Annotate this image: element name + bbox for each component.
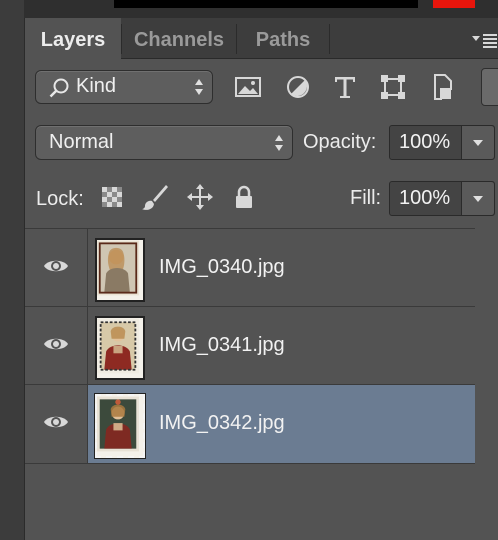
up-down-arrows-icon	[275, 135, 283, 151]
image-filter-icon[interactable]	[233, 72, 263, 102]
fill-dropdown-button[interactable]	[461, 182, 494, 215]
fill-value[interactable]: 100%	[399, 187, 450, 210]
tab-paths[interactable]: Paths	[237, 18, 329, 58]
lock-position-icon[interactable]	[186, 183, 214, 211]
filter-toggle-switch[interactable]	[481, 68, 498, 106]
blend-mode-value: Normal	[49, 131, 114, 153]
layer-row[interactable]: IMG_0340.jpg	[25, 228, 475, 307]
shape-filter-icon[interactable]	[378, 72, 408, 102]
portrait-image-icon	[97, 318, 139, 374]
portrait-image-icon	[97, 396, 139, 452]
opacity-field[interactable]: 100%	[389, 125, 495, 160]
visibility-toggle[interactable]	[25, 229, 88, 307]
opacity-dropdown-button[interactable]	[461, 126, 494, 159]
smart-object-filter-icon[interactable]	[427, 72, 457, 102]
panel-menu-icon[interactable]	[470, 30, 498, 50]
opacity-value[interactable]: 100%	[399, 131, 450, 154]
eye-icon	[44, 260, 68, 272]
visibility-toggle[interactable]	[25, 307, 88, 385]
adjustment-filter-icon[interactable]	[283, 72, 313, 102]
opacity-label: Opacity:	[303, 131, 377, 153]
visibility-toggle[interactable]	[25, 385, 88, 463]
layer-thumbnail	[95, 238, 145, 302]
lock-label: Lock:	[36, 188, 84, 210]
layer-row[interactable]: IMG_0341.jpg	[25, 306, 475, 385]
layers-list-bottom-border	[25, 463, 475, 464]
tab-channels[interactable]: Channels	[122, 18, 236, 58]
layer-thumbnail	[95, 316, 145, 380]
layer-row-selected[interactable]: IMG_0342.jpg	[25, 384, 475, 463]
layer-name[interactable]: IMG_0340.jpg	[159, 256, 285, 279]
eye-icon	[44, 338, 68, 350]
search-icon	[49, 78, 69, 98]
tab-divider	[329, 24, 330, 54]
eye-icon	[44, 416, 68, 428]
fill-label: Fill:	[350, 187, 382, 209]
lock-image-pixels-icon[interactable]	[141, 183, 169, 211]
lock-transparent-pixels-icon[interactable]	[98, 183, 126, 211]
filter-kind-select[interactable]: Kind	[35, 70, 213, 104]
color-swatch-black	[114, 0, 418, 8]
layer-thumbnail	[94, 393, 146, 459]
left-gutter	[0, 0, 25, 540]
tab-layers[interactable]: Layers	[25, 18, 121, 59]
layers-panel: Layers Channels Paths Kind Normal Opacit…	[25, 18, 498, 540]
type-filter-icon[interactable]	[330, 72, 360, 102]
portrait-image-icon	[97, 240, 139, 296]
color-swatch-red	[433, 0, 475, 8]
blend-mode-select[interactable]: Normal	[35, 125, 293, 160]
filter-kind-label: Kind	[76, 75, 117, 97]
lock-all-icon[interactable]	[230, 183, 258, 211]
layer-name[interactable]: IMG_0342.jpg	[159, 412, 285, 435]
fill-field[interactable]: 100%	[389, 181, 495, 216]
up-down-arrows-icon	[195, 79, 203, 95]
panel-tab-bar: Layers Channels Paths	[25, 18, 498, 59]
layer-name[interactable]: IMG_0341.jpg	[159, 334, 285, 357]
panel-scrollbar-track[interactable]	[475, 228, 498, 540]
